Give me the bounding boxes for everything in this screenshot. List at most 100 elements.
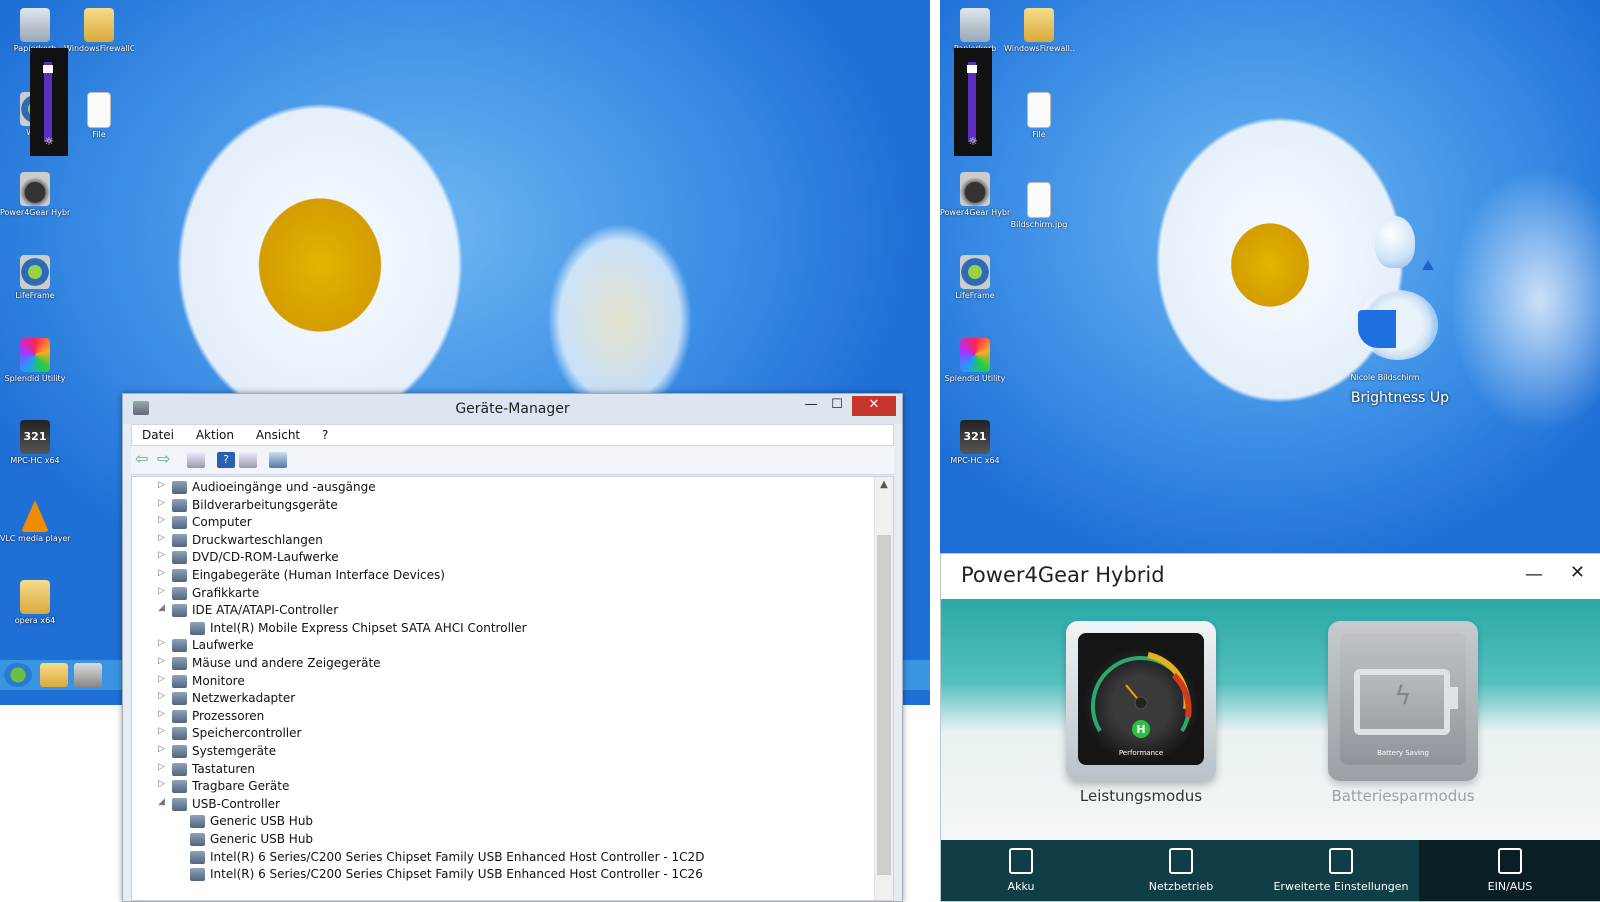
desktop-icon[interactable]: LifeFrame [940, 255, 1010, 301]
collapse-arrow-icon[interactable]: ▷ [158, 515, 168, 525]
device-category[interactable]: ▷ Eingabegeräte (Human Interface Devices) [132, 567, 872, 585]
device-category[interactable]: ▷ Druckwarteschlangen [132, 532, 872, 550]
menu-ansicht[interactable]: Ansicht [246, 425, 308, 442]
menu-aktion[interactable]: Aktion [186, 425, 242, 442]
battery-saving-mode-button[interactable]: ϟ Battery Saving [1328, 621, 1478, 781]
device-item[interactable]: Intel(R) Mobile Express Chipset SATA AHC… [132, 620, 872, 638]
device-item[interactable]: Intel(R) 6 Series/C200 Series Chipset Fa… [132, 849, 872, 867]
menu-help[interactable]: ? [312, 425, 336, 442]
explorer-taskbar-icon[interactable] [40, 663, 68, 687]
device-category[interactable]: ▷ Monitore [132, 673, 872, 691]
collapse-arrow-icon[interactable]: ▷ [158, 480, 168, 490]
scan-hardware-icon[interactable] [269, 452, 287, 468]
back-icon[interactable]: ⇦ [135, 451, 153, 468]
close-button[interactable]: ✕ [852, 396, 896, 416]
app-taskbar-icon[interactable] [74, 663, 102, 687]
collapse-arrow-icon[interactable]: ▷ [158, 674, 168, 684]
device-item[interactable]: Generic USB Hub [132, 813, 872, 831]
desktop-icon[interactable]: VLC media player [0, 500, 70, 544]
device-category[interactable]: ▷ Speichercontroller [132, 725, 872, 743]
device-category[interactable]: ◢ USB-Controller [132, 796, 872, 814]
desktop-icon[interactable]: File [1004, 92, 1074, 140]
desktop-icon[interactable]: File [64, 92, 134, 140]
device-category[interactable]: ▷ Grafikkarte [132, 585, 872, 603]
device-category[interactable]: ▷ DVD/CD-ROM-Laufwerke [132, 549, 872, 567]
collapse-arrow-icon[interactable]: ▷ [158, 691, 168, 701]
device-item[interactable]: Intel(R) 6 Series/C200 Series Chipset Fa… [132, 866, 872, 884]
minimize-button[interactable]: — [798, 396, 824, 416]
device-category[interactable]: ▷ Systemgeräte [132, 743, 872, 761]
help-icon[interactable]: ? [217, 452, 235, 468]
p4g-minimize-button[interactable]: — [1525, 564, 1543, 585]
tree-scrollbar[interactable]: ▲ [874, 477, 893, 900]
collapse-arrow-icon[interactable]: ▷ [158, 498, 168, 508]
desktop-icon[interactable]: Splendid Utility [940, 338, 1010, 384]
performance-mode-label[interactable]: Leistungsmodus [1041, 787, 1241, 805]
collapse-arrow-icon[interactable]: ▷ [158, 568, 168, 578]
device-category[interactable]: ◢ IDE ATA/ATAPI-Controller [132, 602, 872, 620]
menu-bar: Datei Aktion Ansicht ? [131, 424, 894, 446]
title-bar[interactable]: Geräte-Manager — ☐ ✕ [123, 394, 902, 424]
device-category[interactable]: ▷ Laufwerke [132, 637, 872, 655]
desktop-icon[interactable]: 321 MPC-HC x64 [940, 420, 1010, 466]
nav-erweiterte-einstellungen[interactable]: Erweiterte Einstellungen [1261, 840, 1421, 901]
view-icon[interactable] [239, 452, 257, 468]
device-category[interactable]: ▷ Audioeingänge und -ausgänge [132, 479, 872, 497]
battery-mode-label[interactable]: Batteriesparmodus [1303, 787, 1503, 805]
collapse-arrow-icon[interactable]: ▷ [158, 762, 168, 772]
scroll-thumb[interactable] [877, 535, 891, 875]
device-item[interactable]: Generic USB Hub [132, 831, 872, 849]
collapse-arrow-icon[interactable]: ▷ [158, 550, 168, 560]
device-category[interactable]: ▷ Prozessoren [132, 708, 872, 726]
desktop-icon[interactable]: WindowsFirewallControl [64, 8, 134, 54]
nav-netzbetrieb[interactable]: Netzbetrieb [1101, 840, 1261, 901]
device-label: Intel(R) 6 Series/C200 Series Chipset Fa… [210, 849, 705, 864]
collapse-arrow-icon[interactable]: ▷ [158, 779, 168, 789]
desktop-icon-label: VLC media player [0, 534, 70, 543]
collapse-arrow-icon[interactable]: ▷ [158, 533, 168, 543]
device-category[interactable]: ▷ Mäuse und andere Zeigegeräte [132, 655, 872, 673]
collapse-arrow-icon[interactable]: ▷ [158, 709, 168, 719]
device-icon [190, 850, 205, 864]
maximize-button[interactable]: ☐ [824, 396, 850, 416]
device-category[interactable]: ▷ Tragbare Geräte [132, 778, 872, 796]
desktop-icon[interactable]: Splendid Utility [0, 338, 70, 384]
scroll-up-icon[interactable]: ▲ [875, 479, 893, 490]
desktop-icon[interactable]: 321 MPC-HC x64 [0, 420, 70, 466]
device-label: Speichercontroller [192, 726, 302, 741]
device-category[interactable]: ▷ Tastaturen [132, 761, 872, 779]
device-icon [172, 674, 187, 688]
performance-mode-button[interactable]: H Performance [1066, 621, 1216, 781]
device-label: Generic USB Hub [210, 832, 314, 846]
collapse-arrow-icon[interactable]: ▷ [158, 656, 168, 666]
desktop-icon[interactable]: Bildschirm.jpg [1004, 182, 1074, 230]
folder-icon [1024, 8, 1054, 42]
collapse-arrow-icon[interactable]: ▷ [158, 586, 168, 596]
properties-icon[interactable] [187, 452, 205, 468]
menu-datei[interactable]: Datei [132, 425, 182, 442]
desktop-icon[interactable]: Power4Gear Hybrid [940, 172, 1010, 218]
device-category[interactable]: ▷ Computer [132, 514, 872, 532]
start-button[interactable] [4, 663, 32, 687]
desktop-icon[interactable]: LifeFrame [0, 255, 70, 301]
device-category[interactable]: ▷ Netzwerkadapter [132, 690, 872, 708]
expand-arrow-icon[interactable]: ◢ [158, 603, 168, 613]
nav-ein-aus[interactable]: EIN/AUS [1419, 840, 1600, 901]
collapse-arrow-icon[interactable]: ▷ [158, 744, 168, 754]
power-icon [1498, 848, 1522, 874]
desktop-icon[interactable]: opera x64 [0, 580, 70, 626]
forward-icon[interactable]: ⇨ [157, 451, 175, 468]
collapse-arrow-icon[interactable]: ▷ [158, 726, 168, 736]
expand-arrow-icon[interactable]: ◢ [158, 797, 168, 807]
brightness-knob [967, 65, 977, 74]
p4g-title-bar[interactable]: Power4Gear Hybrid — ✕ [941, 554, 1600, 599]
nav-akku[interactable]: Akku [941, 840, 1101, 901]
device-label: Mäuse und andere Zeigegeräte [192, 656, 381, 670]
desktop-icon[interactable]: WindowsFirewall... [1004, 8, 1074, 54]
brightness-indicator: ☼ [30, 48, 68, 156]
device-label: Monitore [192, 673, 245, 688]
p4g-close-button[interactable]: ✕ [1570, 562, 1585, 583]
device-category[interactable]: ▷ Bildverarbeitungsgeräte [132, 497, 872, 515]
collapse-arrow-icon[interactable]: ▷ [158, 638, 168, 648]
desktop-icon[interactable]: Power4Gear Hybrid [0, 172, 70, 218]
